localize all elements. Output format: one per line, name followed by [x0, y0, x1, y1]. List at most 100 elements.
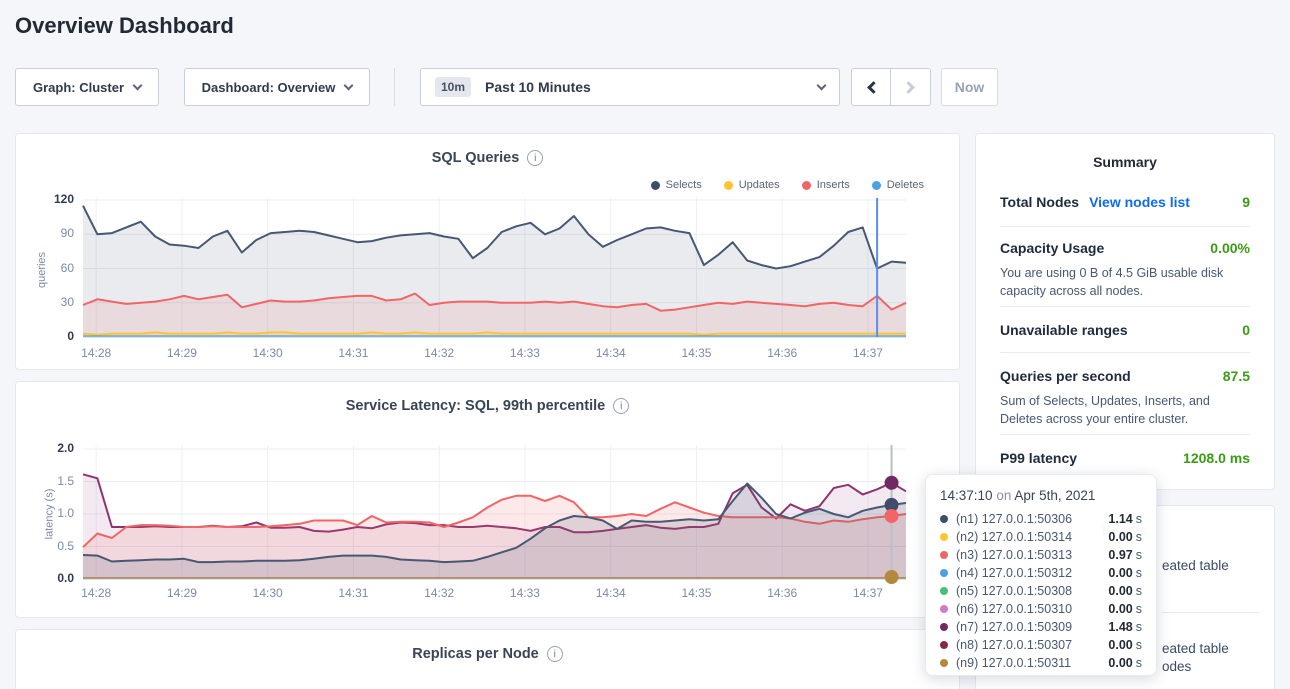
- x-tick-label: 14:31: [329, 586, 377, 600]
- legend-label: Inserts: [817, 179, 850, 191]
- tooltip-node-value: 0.00: [1108, 656, 1132, 670]
- info-icon[interactable]: i: [547, 646, 563, 662]
- legend-item-selects[interactable]: Selects: [651, 179, 702, 191]
- tooltip-node-value: 0.00: [1108, 584, 1132, 598]
- total-nodes-value: 9: [1242, 194, 1250, 210]
- tooltip-node-value: 0.00: [1108, 602, 1132, 616]
- event-item-fragment[interactable]: odes: [1162, 659, 1191, 674]
- service-latency-y-unit: latency (s): [43, 489, 55, 540]
- dashboard-dropdown[interactable]: Dashboard: Overview: [184, 68, 370, 106]
- x-tick-label: 14:35: [672, 346, 720, 360]
- now-button[interactable]: Now: [941, 68, 998, 106]
- y-tick-label: 0: [16, 329, 74, 343]
- tooltip-node-address: (n8) 127.0.0.1:50307: [956, 638, 1072, 652]
- info-icon[interactable]: i: [613, 398, 629, 414]
- time-forward-button[interactable]: [891, 68, 931, 106]
- tooltip-node-row: (n7) 127.0.0.1:503091.48s: [940, 618, 1142, 636]
- capacity-usage-value: 0.00%: [1210, 240, 1250, 256]
- divider: [1000, 352, 1250, 353]
- tooltip-node-row: (n2) 127.0.0.1:503140.00s: [940, 528, 1142, 546]
- tooltip-node-row: (n3) 127.0.0.1:503130.97s: [940, 546, 1142, 564]
- tooltip-node-value: 1.48: [1108, 620, 1132, 634]
- x-tick-label: 14:34: [587, 346, 635, 360]
- sql-queries-card: SQL Queries i SelectsUpdatesInsertsDelet…: [15, 133, 960, 370]
- x-tick-label: 14:37: [844, 346, 892, 360]
- tooltip-node-row: (n1) 127.0.0.1:503061.14s: [940, 510, 1142, 528]
- sql-queries-x-axis: 14:2814:2914:3014:3114:3214:3314:3414:35…: [83, 346, 906, 362]
- time-range-picker[interactable]: 10m Past 10 Minutes: [420, 68, 840, 106]
- service-latency-x-axis: 14:2814:2914:3014:3114:3214:3314:3414:35…: [83, 586, 906, 602]
- tooltip-node-unit: s: [1136, 656, 1142, 670]
- divider: [1000, 226, 1250, 227]
- node-color-dot-icon: [940, 515, 948, 523]
- p99-latency-label: P99 latency: [1000, 450, 1077, 466]
- x-tick-label: 14:30: [244, 586, 292, 600]
- legend-label: Deletes: [887, 179, 924, 191]
- p99-latency-value: 1208.0 ms: [1183, 450, 1250, 466]
- tooltip-node-row: (n8) 127.0.0.1:50307 0.00 s: [940, 636, 1142, 654]
- tooltip-node-unit: s: [1136, 530, 1142, 544]
- time-range-label: Past 10 Minutes: [485, 79, 818, 95]
- tooltip-node-value: 0.00: [1108, 638, 1132, 652]
- capacity-usage-row: Capacity Usage 0.00%: [1000, 240, 1250, 256]
- unavailable-ranges-row: Unavailable ranges 0: [1000, 322, 1250, 338]
- x-tick-label: 14:32: [415, 586, 463, 600]
- node-color-dot-icon: [940, 587, 948, 595]
- total-nodes-label: Total Nodes: [1000, 194, 1079, 210]
- y-tick-label: 90: [16, 226, 74, 240]
- qps-value: 87.5: [1223, 368, 1250, 384]
- qps-label: Queries per second: [1000, 368, 1131, 384]
- service-latency-title: Service Latency: SQL, 99th percentile: [346, 398, 606, 414]
- tooltip-timestamp: 14:37:10 on Apr 5th, 2021: [940, 488, 1142, 503]
- qps-row: Queries per second 87.5: [1000, 368, 1250, 384]
- summary-card: Summary Total Nodes View nodes list 9 Ca…: [975, 133, 1275, 490]
- tooltip-node-address: (n3) 127.0.0.1:50313: [956, 548, 1072, 562]
- chevron-down-icon: [344, 80, 354, 90]
- y-tick-label: 0.5: [16, 539, 74, 553]
- y-tick-label: 2.0: [16, 441, 74, 455]
- x-tick-label: 14:31: [329, 346, 377, 360]
- tooltip-node-row: (n4) 127.0.0.1:503120.00s: [940, 564, 1142, 582]
- controls-divider: [394, 68, 395, 106]
- x-tick-label: 14:29: [158, 346, 206, 360]
- x-tick-label: 14:29: [158, 586, 206, 600]
- event-item-fragment[interactable]: eated table: [1162, 641, 1229, 656]
- legend-label: Updates: [739, 179, 780, 191]
- chevron-left-icon: [867, 81, 880, 94]
- view-nodes-list-link[interactable]: View nodes list: [1089, 194, 1190, 210]
- legend-item-deletes[interactable]: Deletes: [872, 179, 924, 191]
- legend-dot-icon: [651, 181, 660, 190]
- legend-dot-icon: [872, 181, 881, 190]
- tooltip-node-row: (n9) 127.0.0.1:50311 0.00 s: [940, 654, 1142, 672]
- tooltip-node-unit: s: [1136, 638, 1142, 652]
- sql-queries-y-unit: queries: [36, 252, 48, 288]
- tooltip-node-row: (n6) 127.0.0.1:50310 0.00 s: [940, 600, 1142, 618]
- tooltip-node-unit: s: [1136, 584, 1142, 598]
- tooltip-node-row: (n5) 127.0.0.1:503080.00s: [940, 582, 1142, 600]
- tooltip-node-address: (n1) 127.0.0.1:50306: [956, 512, 1072, 526]
- service-latency-plot[interactable]: [83, 445, 906, 581]
- chevron-down-icon: [817, 80, 827, 90]
- legend-item-inserts[interactable]: Inserts: [802, 179, 850, 191]
- service-latency-card: Service Latency: SQL, 99th percentile i …: [15, 381, 960, 618]
- unavailable-ranges-value: 0: [1242, 322, 1250, 338]
- event-item-fragment[interactable]: eated table: [1162, 558, 1229, 573]
- tooltip-node-address: (n9) 127.0.0.1:50311: [956, 656, 1071, 670]
- graph-dropdown[interactable]: Graph: Cluster: [15, 68, 159, 106]
- summary-heading: Summary: [976, 154, 1274, 170]
- sql-queries-plot[interactable]: [83, 198, 906, 340]
- tooltip-node-address: (n6) 127.0.0.1:50310: [956, 602, 1072, 616]
- legend-dot-icon: [802, 181, 811, 190]
- legend-item-updates[interactable]: Updates: [724, 179, 780, 191]
- tooltip-node-unit: s: [1136, 548, 1142, 562]
- capacity-usage-desc: You are using 0 B of 4.5 GiB usable disk…: [1000, 264, 1250, 300]
- x-tick-label: 14:36: [758, 346, 806, 360]
- x-tick-label: 14:28: [72, 346, 120, 360]
- x-tick-label: 14:34: [587, 586, 635, 600]
- tooltip-node-address: (n4) 127.0.0.1:50312: [956, 566, 1072, 580]
- tooltip-node-unit: s: [1136, 602, 1142, 616]
- info-icon[interactable]: i: [527, 150, 543, 166]
- dashboard-dropdown-label: Dashboard: Overview: [202, 80, 336, 95]
- time-range-badge: 10m: [435, 77, 471, 97]
- time-back-button[interactable]: [851, 68, 891, 106]
